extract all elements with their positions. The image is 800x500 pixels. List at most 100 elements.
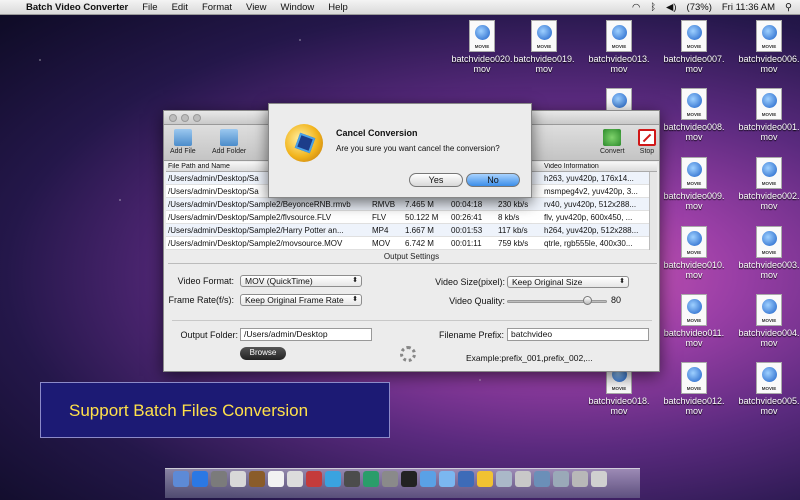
dock-app-icon[interactable] <box>496 471 512 487</box>
video-quality-slider-knob[interactable] <box>583 296 592 305</box>
table-cell: 230 kb/s <box>498 199 529 209</box>
desktop-file-label: batchvideo005. mov <box>738 396 800 416</box>
dock-app-icon[interactable] <box>306 471 322 487</box>
dock-app-icon[interactable] <box>344 471 360 487</box>
table-cell: h263, yuv420p, 176x14... <box>544 173 634 183</box>
app-menu[interactable]: Batch Video Converter <box>26 2 128 13</box>
stop-button[interactable]: Stop <box>638 129 656 155</box>
desktop-file-icon[interactable]: MOVIE batchvideo005. mov <box>730 362 800 416</box>
dock-app-icon[interactable] <box>439 471 455 487</box>
dock-app-icon[interactable] <box>420 471 436 487</box>
zoom-window-button[interactable] <box>193 114 201 122</box>
add-file-icon <box>173 129 192 146</box>
dialog-message: Are you sure you want cancel the convers… <box>336 144 500 153</box>
menu-file[interactable]: File <box>142 2 157 13</box>
dock-app-icon[interactable] <box>553 471 569 487</box>
output-settings-panel: Video Format: MOV (QuickTime) ⬍ Frame Rat… <box>168 263 657 367</box>
video-quality-slider[interactable] <box>507 300 607 303</box>
desktop-file-icon[interactable]: MOVIE batchvideo011. mov <box>655 294 733 348</box>
column-header[interactable]: Video Information <box>541 163 651 170</box>
movie-file-icon: MOVIE <box>756 362 782 394</box>
menu-view[interactable]: View <box>246 2 266 13</box>
desktop-file-icon[interactable]: MOVIE batchvideo009. mov <box>655 157 733 211</box>
desktop-file-icon[interactable]: MOVIE batchvideo006. mov <box>730 20 800 74</box>
table-row[interactable]: /Users/admin/Desktop/Sample2/Harry Potte… <box>166 224 657 237</box>
dock-app-icon[interactable] <box>458 471 474 487</box>
battery-status[interactable]: (73%) <box>687 2 712 13</box>
spotlight-icon[interactable]: ⚲ <box>785 2 792 13</box>
desktop-file-label: batchvideo018. mov <box>588 396 650 416</box>
table-cell: 8 kb/s <box>498 212 520 222</box>
desktop-file-icon[interactable]: MOVIE batchvideo004. mov <box>730 294 800 348</box>
output-settings-title: Output Settings <box>383 252 440 261</box>
table-row[interactable]: /Users/admin/Desktop/Sample2/BeyonceRNB.… <box>166 198 657 211</box>
minimize-window-button[interactable] <box>181 114 189 122</box>
close-window-button[interactable] <box>169 114 177 122</box>
dock-app-icon[interactable] <box>211 471 227 487</box>
dock-app-icon[interactable] <box>534 471 550 487</box>
dock-app-icon[interactable] <box>363 471 379 487</box>
video-size-select[interactable]: Keep Original Size ⬍ <box>507 276 629 288</box>
add-file-button[interactable]: Add File <box>170 129 196 155</box>
menu-window[interactable]: Window <box>280 2 314 13</box>
table-cell: FLV <box>372 212 387 222</box>
table-cell: h264, yuv420p, 512x288... <box>544 225 639 235</box>
desktop-file-label: batchvideo007. mov <box>663 54 725 74</box>
desktop-file-icon[interactable]: MOVIE batchvideo012. mov <box>655 362 733 416</box>
table-cell: 6.742 M <box>405 238 434 248</box>
dock-app-icon[interactable] <box>401 471 417 487</box>
convert-button[interactable]: Convert <box>600 129 625 155</box>
volume-icon[interactable]: ◀) <box>666 2 676 13</box>
browse-button[interactable]: Browse <box>240 347 286 360</box>
no-button[interactable]: No <box>466 173 520 187</box>
menu-edit[interactable]: Edit <box>172 2 188 13</box>
yes-button[interactable]: Yes <box>409 173 463 187</box>
desktop-file-icon[interactable]: MOVIE batchvideo007. mov <box>655 20 733 74</box>
dock-app-icon[interactable] <box>515 471 531 487</box>
filename-prefix-field[interactable]: batchvideo <box>507 328 649 341</box>
movie-file-icon: MOVIE <box>681 88 707 120</box>
dock-app-icon[interactable] <box>230 471 246 487</box>
dock-app-icon[interactable] <box>591 471 607 487</box>
movie-file-icon: MOVIE <box>681 226 707 258</box>
output-folder-field[interactable]: /Users/admin/Desktop <box>240 328 372 341</box>
table-cell: 00:01:11 <box>451 238 482 248</box>
table-row[interactable]: /Users/admin/Desktop/Sample2/flvsource.F… <box>166 211 657 224</box>
dock-app-icon[interactable] <box>572 471 588 487</box>
movie-file-icon: MOVIE <box>756 226 782 258</box>
table-cell: /Users/admin/Desktop/Sample2/BeyonceRNB.… <box>168 199 351 209</box>
select-arrows-icon: ⬍ <box>619 278 625 285</box>
dock-app-icon[interactable] <box>382 471 398 487</box>
clock[interactable]: Fri 11:36 AM <box>722 2 775 13</box>
dock-app-icon[interactable] <box>325 471 341 487</box>
menu-help[interactable]: Help <box>328 2 348 13</box>
dock-app-icon[interactable] <box>268 471 284 487</box>
table-row[interactable]: /Users/admin/Desktop/Sample2/movsource.M… <box>166 237 657 250</box>
desktop-file-icon[interactable]: MOVIE batchvideo002. mov <box>730 157 800 211</box>
desktop-file-icon[interactable]: MOVIE batchvideo001. mov <box>730 88 800 142</box>
bluetooth-icon[interactable]: ᛒ <box>650 2 656 13</box>
add-folder-button[interactable]: Add Folder <box>212 129 246 155</box>
add-folder-icon <box>220 129 239 146</box>
menu-format[interactable]: Format <box>202 2 232 13</box>
table-scrollbar[interactable] <box>649 172 657 250</box>
frame-rate-select[interactable]: Keep Original Frame Rate ⬍ <box>240 294 362 306</box>
desktop-file-icon[interactable]: MOVIE batchvideo003. mov <box>730 226 800 280</box>
wifi-icon[interactable]: ◠ <box>632 2 640 13</box>
desktop-file-icon[interactable]: MOVIE batchvideo008. mov <box>655 88 733 142</box>
desktop-file-icon[interactable]: MOVIE batchvideo013. mov <box>580 20 658 74</box>
movie-file-icon: MOVIE <box>531 20 557 52</box>
dock-app-icon[interactable] <box>287 471 303 487</box>
dock <box>165 468 640 498</box>
table-cell: 00:26:41 <box>451 212 483 222</box>
filename-prefix-label: Filename Prefix: <box>438 330 504 340</box>
desktop-file-icon[interactable]: MOVIE batchvideo019. mov <box>505 20 583 74</box>
dock-app-icon[interactable] <box>173 471 189 487</box>
desktop-file-icon[interactable]: MOVIE batchvideo010. mov <box>655 226 733 280</box>
dock-app-icon[interactable] <box>477 471 493 487</box>
dock-app-icon[interactable] <box>192 471 208 487</box>
progress-spinner <box>400 346 416 362</box>
output-folder-label: Output Folder: <box>180 330 238 340</box>
video-format-select[interactable]: MOV (QuickTime) ⬍ <box>240 275 362 287</box>
dock-app-icon[interactable] <box>249 471 265 487</box>
